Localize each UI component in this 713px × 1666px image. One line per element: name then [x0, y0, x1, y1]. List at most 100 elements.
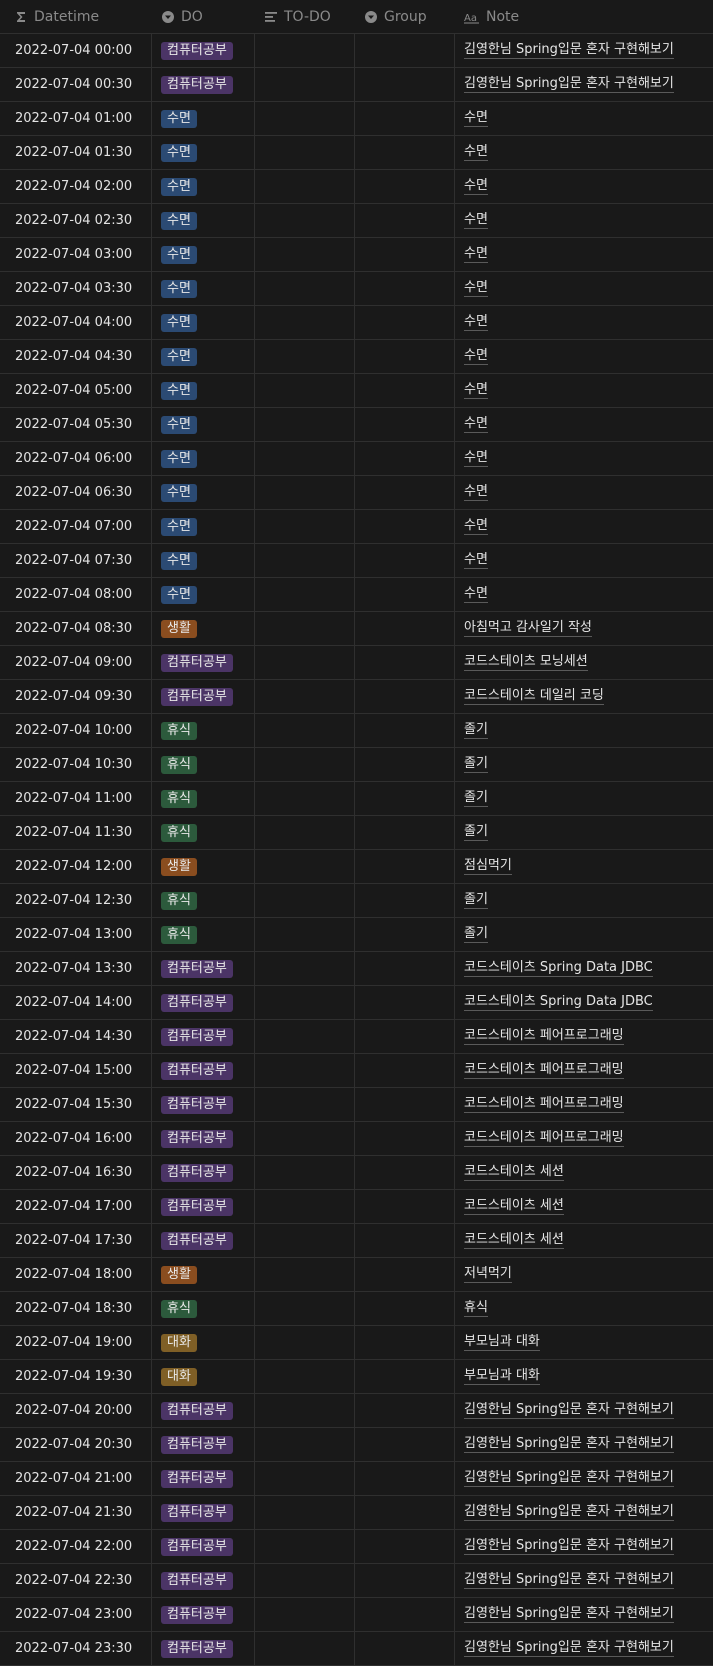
table-row[interactable]: 2022-07-04 09:30 컴퓨터공부 코드스테이츠 데일리 코딩 — [0, 680, 713, 714]
do-cell[interactable]: 컴퓨터공부 — [152, 680, 255, 713]
do-cell[interactable]: 컴퓨터공부 — [152, 1598, 255, 1631]
do-cell[interactable]: 컴퓨터공부 — [152, 1190, 255, 1223]
datetime-cell[interactable]: 2022-07-04 22:30 — [0, 1564, 152, 1597]
group-cell[interactable] — [355, 578, 455, 611]
table-row[interactable]: 2022-07-04 18:30 휴식 휴식 — [0, 1292, 713, 1326]
group-cell[interactable] — [355, 1360, 455, 1393]
note-link[interactable]: 졸기 — [464, 926, 488, 943]
group-cell[interactable] — [355, 1054, 455, 1087]
datetime-cell[interactable]: 2022-07-04 02:00 — [0, 170, 152, 203]
note-link[interactable]: 졸기 — [464, 756, 488, 773]
table-row[interactable]: 2022-07-04 11:30 휴식 졸기 — [0, 816, 713, 850]
table-row[interactable]: 2022-07-04 04:00 수면 수면 — [0, 306, 713, 340]
table-row[interactable]: 2022-07-04 05:30 수면 수면 — [0, 408, 713, 442]
datetime-cell[interactable]: 2022-07-04 00:30 — [0, 68, 152, 101]
todo-cell[interactable] — [255, 1598, 355, 1631]
column-header-note[interactable]: Aa Note — [455, 0, 713, 33]
todo-cell[interactable] — [255, 136, 355, 169]
note-link[interactable]: 휴식 — [464, 1300, 488, 1317]
datetime-cell[interactable]: 2022-07-04 14:30 — [0, 1020, 152, 1053]
note-cell[interactable]: 코드스테이츠 페어프로그래밍 — [455, 1020, 713, 1053]
column-header-do[interactable]: DO — [152, 0, 255, 33]
note-cell[interactable]: 코드스테이츠 Spring Data JDBC — [455, 986, 713, 1019]
datetime-cell[interactable]: 2022-07-04 08:30 — [0, 612, 152, 645]
datetime-cell[interactable]: 2022-07-04 08:00 — [0, 578, 152, 611]
datetime-cell[interactable]: 2022-07-04 01:30 — [0, 136, 152, 169]
table-row[interactable]: 2022-07-04 12:30 휴식 졸기 — [0, 884, 713, 918]
table-row[interactable]: 2022-07-04 10:30 휴식 졸기 — [0, 748, 713, 782]
note-link[interactable]: 코드스테이츠 모닝세션 — [464, 654, 588, 671]
todo-cell[interactable] — [255, 1190, 355, 1223]
note-cell[interactable]: 졸기 — [455, 918, 713, 951]
datetime-cell[interactable]: 2022-07-04 05:30 — [0, 408, 152, 441]
table-row[interactable]: 2022-07-04 13:30 컴퓨터공부 코드스테이츠 Spring Data … — [0, 952, 713, 986]
do-cell[interactable]: 컴퓨터공부 — [152, 1428, 255, 1461]
todo-cell[interactable] — [255, 1258, 355, 1291]
do-cell[interactable]: 컴퓨터공부 — [152, 986, 255, 1019]
table-row[interactable]: 2022-07-04 20:30 컴퓨터공부 김영한님 Spring입문 혼자 구현… — [0, 1428, 713, 1462]
group-cell[interactable] — [355, 1122, 455, 1155]
datetime-cell[interactable]: 2022-07-04 17:00 — [0, 1190, 152, 1223]
todo-cell[interactable] — [255, 374, 355, 407]
note-cell[interactable]: 코드스테이츠 세션 — [455, 1156, 713, 1189]
table-row[interactable]: 2022-07-04 01:30 수면 수면 — [0, 136, 713, 170]
do-cell[interactable]: 컴퓨터공부 — [152, 68, 255, 101]
do-cell[interactable]: 컴퓨터공부 — [152, 646, 255, 679]
todo-cell[interactable] — [255, 1564, 355, 1597]
group-cell[interactable] — [355, 102, 455, 135]
todo-cell[interactable] — [255, 34, 355, 67]
table-row[interactable]: 2022-07-04 00:00 컴퓨터공부 김영한님 Spring입문 혼자 구현… — [0, 34, 713, 68]
note-link[interactable]: 부모님과 대화 — [464, 1368, 540, 1385]
note-link[interactable]: 코드스테이츠 Spring Data JDBC — [464, 994, 653, 1011]
do-cell[interactable]: 휴식 — [152, 748, 255, 781]
note-link[interactable]: 수면 — [464, 348, 488, 365]
group-cell[interactable] — [355, 1394, 455, 1427]
note-cell[interactable]: 코드스테이츠 모닝세션 — [455, 646, 713, 679]
table-row[interactable]: 2022-07-04 11:00 휴식 졸기 — [0, 782, 713, 816]
group-cell[interactable] — [355, 136, 455, 169]
note-cell[interactable]: 김영한님 Spring입문 혼자 구현해보기 — [455, 1394, 713, 1427]
do-cell[interactable]: 컴퓨터공부 — [152, 1462, 255, 1495]
datetime-cell[interactable]: 2022-07-04 06:00 — [0, 442, 152, 475]
group-cell[interactable] — [355, 952, 455, 985]
table-row[interactable]: 2022-07-04 17:00 컴퓨터공부 코드스테이츠 세션 — [0, 1190, 713, 1224]
note-cell[interactable]: 수면 — [455, 102, 713, 135]
note-link[interactable]: 졸기 — [464, 722, 488, 739]
todo-cell[interactable] — [255, 170, 355, 203]
datetime-cell[interactable]: 2022-07-04 13:30 — [0, 952, 152, 985]
do-cell[interactable]: 컴퓨터공부 — [152, 1632, 255, 1665]
datetime-cell[interactable]: 2022-07-04 06:30 — [0, 476, 152, 509]
datetime-cell[interactable]: 2022-07-04 22:00 — [0, 1530, 152, 1563]
group-cell[interactable] — [355, 1088, 455, 1121]
note-link[interactable]: 김영한님 Spring입문 혼자 구현해보기 — [464, 76, 674, 93]
group-cell[interactable] — [355, 340, 455, 373]
note-link[interactable]: 졸기 — [464, 790, 488, 807]
note-cell[interactable]: 수면 — [455, 340, 713, 373]
todo-cell[interactable] — [255, 1020, 355, 1053]
datetime-cell[interactable]: 2022-07-04 14:00 — [0, 986, 152, 1019]
datetime-cell[interactable]: 2022-07-04 23:00 — [0, 1598, 152, 1631]
note-link[interactable]: 수면 — [464, 178, 488, 195]
note-cell[interactable]: 졸기 — [455, 714, 713, 747]
note-cell[interactable]: 수면 — [455, 170, 713, 203]
group-cell[interactable] — [355, 170, 455, 203]
datetime-cell[interactable]: 2022-07-04 16:00 — [0, 1122, 152, 1155]
todo-cell[interactable] — [255, 612, 355, 645]
table-row[interactable]: 2022-07-04 18:00 생활 저녁먹기 — [0, 1258, 713, 1292]
table-row[interactable]: 2022-07-04 19:30 대화 부모님과 대화 — [0, 1360, 713, 1394]
note-cell[interactable]: 졸기 — [455, 748, 713, 781]
note-link[interactable]: 졸기 — [464, 892, 488, 909]
note-link[interactable]: 코드스테이츠 세션 — [464, 1198, 564, 1215]
table-row[interactable]: 2022-07-04 22:30 컴퓨터공부 김영한님 Spring입문 혼자 구현… — [0, 1564, 713, 1598]
table-row[interactable]: 2022-07-04 03:00 수면 수면 — [0, 238, 713, 272]
todo-cell[interactable] — [255, 1496, 355, 1529]
note-link[interactable]: 코드스테이츠 데일리 코딩 — [464, 688, 604, 705]
do-cell[interactable]: 수면 — [152, 544, 255, 577]
group-cell[interactable] — [355, 1530, 455, 1563]
datetime-cell[interactable]: 2022-07-04 04:00 — [0, 306, 152, 339]
todo-cell[interactable] — [255, 204, 355, 237]
note-cell[interactable]: 수면 — [455, 476, 713, 509]
datetime-cell[interactable]: 2022-07-04 21:30 — [0, 1496, 152, 1529]
do-cell[interactable]: 컴퓨터공부 — [152, 1156, 255, 1189]
note-link[interactable]: 수면 — [464, 144, 488, 161]
